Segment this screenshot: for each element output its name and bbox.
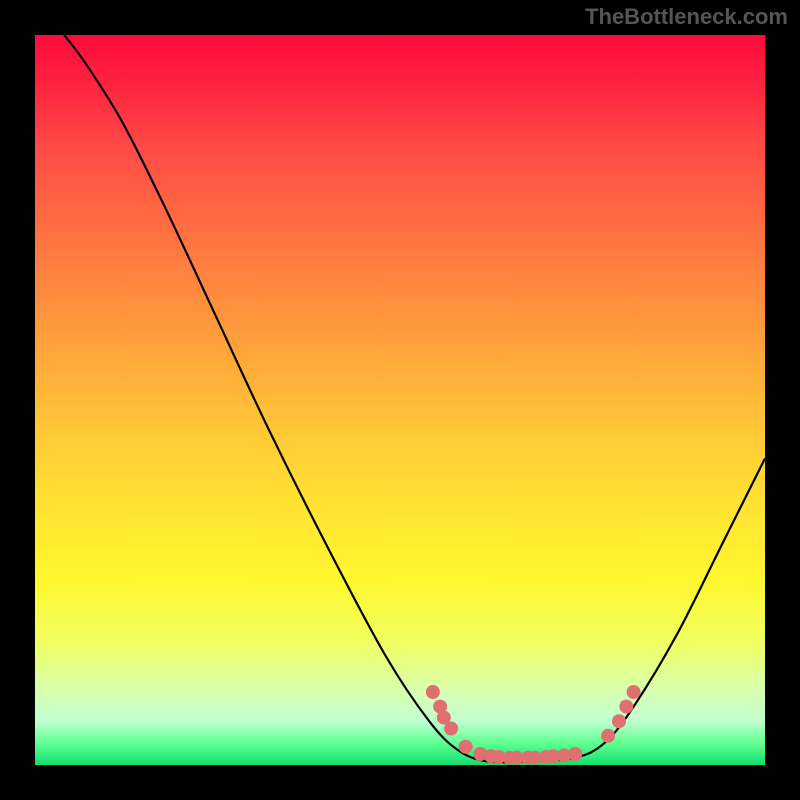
data-dot (612, 714, 626, 728)
bottleneck-curve (64, 35, 765, 762)
data-dot (444, 722, 458, 736)
data-dot (601, 729, 615, 743)
plot-area (35, 35, 765, 765)
data-dot (627, 685, 641, 699)
watermark-text: TheBottleneck.com (585, 4, 788, 30)
data-dot (619, 700, 633, 714)
data-dots (426, 685, 641, 765)
data-dot (426, 685, 440, 699)
data-dot (568, 747, 582, 761)
chart-svg (35, 35, 765, 765)
data-dot (459, 740, 473, 754)
